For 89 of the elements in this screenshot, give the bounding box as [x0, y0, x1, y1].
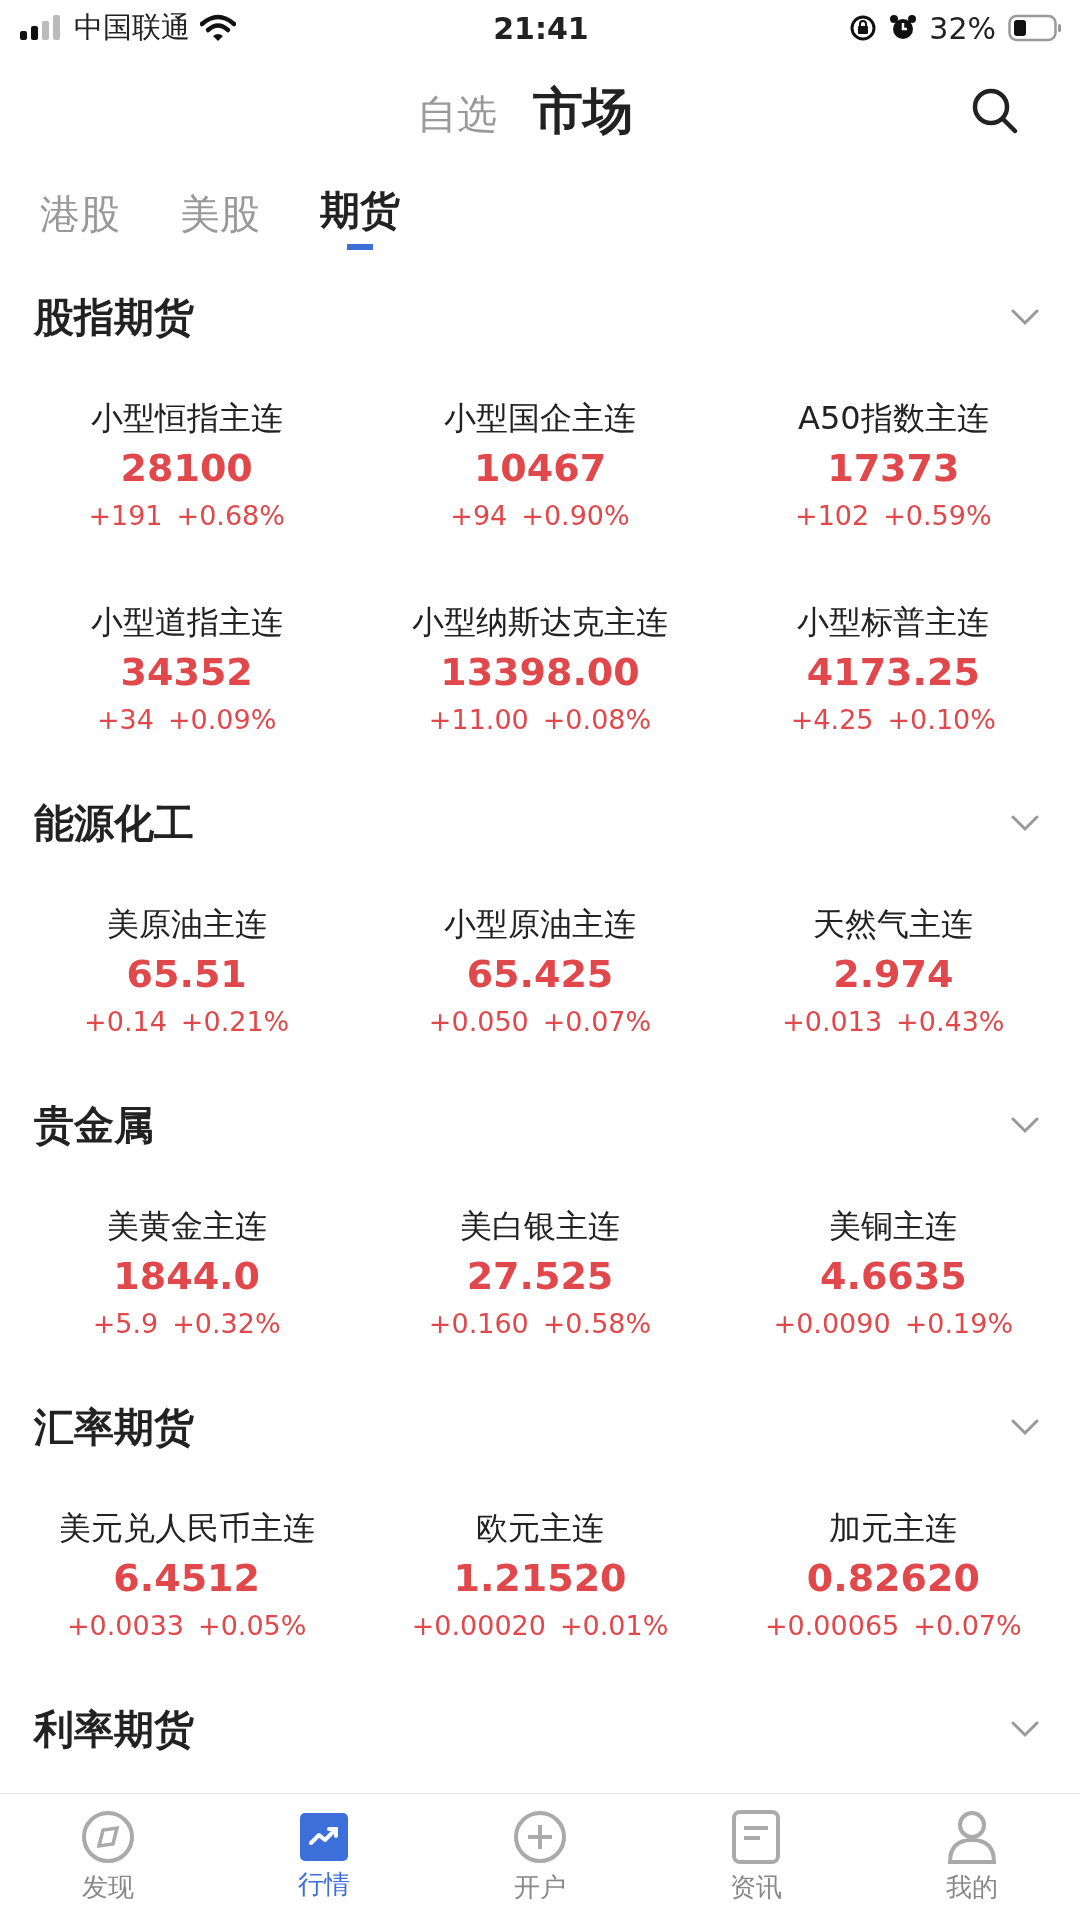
battery-percent: 32% [929, 10, 996, 46]
percent-change: +0.05% [198, 1609, 307, 1643]
chevron-icon[interactable] [1010, 814, 1040, 832]
percent-change: +0.32% [172, 1307, 281, 1341]
price-change: +11.00 [428, 703, 529, 737]
contract-price: 4173.25 [806, 649, 980, 696]
chart-icon [300, 1812, 348, 1861]
contract-price: 28100 [120, 445, 253, 492]
contract-name[interactable]: 欧元主连 [476, 1506, 604, 1550]
contract-name[interactable]: 小型国企主连 [444, 396, 636, 440]
price-change: +4.25 [790, 703, 874, 737]
contract-price: 1.21520 [453, 1555, 627, 1602]
contract-price: 13398.00 [440, 649, 640, 696]
contract-name[interactable]: 小型恒指主连 [90, 396, 283, 440]
chevron-icon[interactable] [1010, 1720, 1040, 1738]
price-change: +0.0090 [773, 1307, 891, 1341]
section-title: 股指期货 [34, 292, 194, 342]
contract-price: 65.425 [466, 951, 614, 998]
section-title: 贵金属 [34, 1100, 154, 1150]
chevron-icon[interactable] [1010, 1418, 1040, 1436]
carrier-name: 中国联通 [74, 9, 190, 46]
contract-price: 65.51 [126, 951, 247, 998]
percent-change: +0.19% [904, 1307, 1014, 1341]
percent-change: +0.07% [913, 1609, 1022, 1643]
price-change: +0.00065 [765, 1609, 900, 1643]
price-change: +0.00020 [411, 1609, 546, 1643]
nav-tab[interactable]: 资讯 [648, 1794, 864, 1920]
contract-name[interactable]: 美黄金主连 [106, 1204, 267, 1248]
compass-icon [81, 1809, 135, 1864]
contract-price: 1844.0 [113, 1253, 260, 1300]
rotation-lock-icon [849, 14, 878, 42]
contract-price: 2.974 [833, 951, 954, 998]
price-change: +0.14 [84, 1005, 167, 1039]
chevron-icon[interactable] [1010, 1116, 1040, 1134]
header-tab[interactable]: 市场 [533, 77, 633, 145]
percent-change: +0.10% [887, 703, 996, 737]
percent-change: +0.68% [176, 499, 285, 533]
contract-name[interactable]: 美铜主连 [829, 1204, 958, 1248]
search-icon[interactable] [970, 86, 1020, 136]
battery-icon [1008, 14, 1062, 42]
price-change: +102 [795, 499, 870, 533]
percent-change: +0.07% [542, 1005, 652, 1039]
price-change: +5.9 [92, 1307, 159, 1341]
price-change: +94 [450, 499, 508, 533]
price-change: +34 [96, 703, 154, 737]
nav-tab[interactable]: 发现 [0, 1794, 216, 1920]
price-change: +191 [88, 499, 163, 533]
contract-price: 10467 [473, 445, 607, 492]
document-icon [732, 1809, 780, 1864]
percent-change: +0.59% [883, 499, 992, 533]
contract-name[interactable]: 美白银主连 [460, 1204, 620, 1248]
section-title: 汇率期货 [34, 1402, 194, 1452]
contract-name[interactable]: 天然气主连 [813, 902, 974, 946]
contract-name[interactable]: 小型道指主连 [90, 600, 283, 644]
nav-tab[interactable]: 我的 [864, 1794, 1080, 1920]
percent-change: +0.43% [896, 1005, 1005, 1039]
wifi-icon [200, 14, 236, 42]
contract-price: 17373 [827, 445, 960, 492]
percent-change: +0.08% [542, 703, 652, 737]
chevron-icon[interactable] [1010, 308, 1040, 326]
contract-name[interactable]: 美原油主连 [106, 902, 267, 946]
alarm-icon [889, 14, 918, 42]
nav-tab[interactable]: 开户 [432, 1794, 648, 1920]
percent-change: +0.90% [521, 499, 630, 533]
percent-change: +0.09% [167, 703, 277, 737]
price-change: +0.013 [782, 1005, 883, 1039]
plus-circle-icon [513, 1809, 567, 1864]
price-change: +0.160 [428, 1307, 529, 1341]
section-title: 利率期货 [34, 1704, 194, 1754]
contract-price: 34352 [120, 649, 253, 696]
percent-change: +0.58% [542, 1307, 652, 1341]
contract-name[interactable]: 小型原油主连 [444, 902, 636, 946]
contract-name[interactable]: 加元主连 [829, 1506, 958, 1550]
contract-price: 6.4512 [113, 1555, 260, 1602]
contract-price: 27.525 [466, 1253, 614, 1300]
price-change: +0.0033 [66, 1609, 184, 1643]
contract-name[interactable]: A50指数主连 [798, 396, 989, 440]
contract-price: 0.82620 [806, 1555, 980, 1602]
nav-tab[interactable]: 行情 [216, 1794, 432, 1920]
percent-change: +0.01% [559, 1609, 669, 1643]
percent-change: +0.21% [180, 1005, 290, 1039]
section-title: 能源化工 [34, 798, 194, 848]
contract-name[interactable]: 美元兑人民币主连 [58, 1506, 315, 1550]
contract-name[interactable]: 小型纳斯达克主连 [412, 600, 668, 644]
contract-name[interactable]: 小型标普主连 [797, 600, 990, 644]
clock-time: 21:41 [493, 10, 589, 46]
price-change: +0.050 [428, 1005, 529, 1039]
person-icon [947, 1809, 997, 1864]
contract-price: 4.6635 [820, 1253, 967, 1300]
